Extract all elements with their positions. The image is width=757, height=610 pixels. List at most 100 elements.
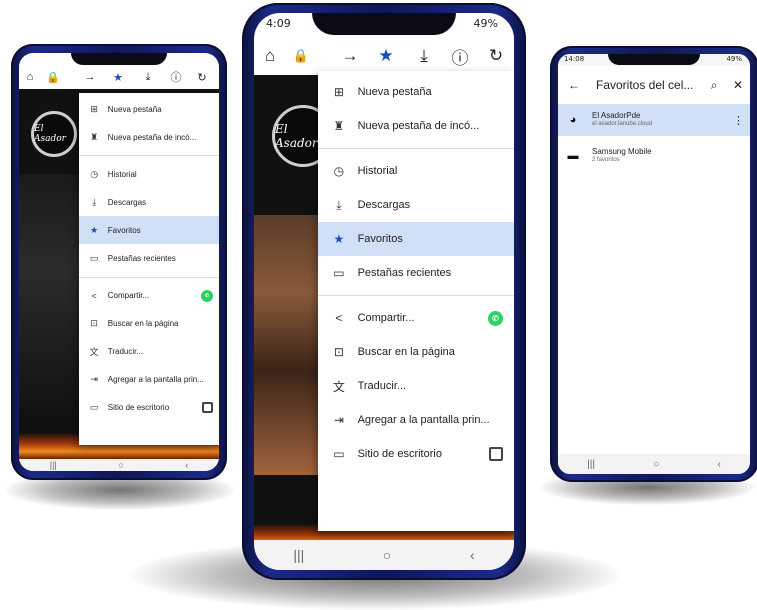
center-browser-toolbar: ⌂ 🔒 → ★ ⤓ ⓘ ↻ xyxy=(254,39,514,73)
left-nav-bar: ||| ○ ‹ xyxy=(19,459,219,471)
menu-item-label: Buscar en la página xyxy=(357,346,455,359)
menu-item-label: Compartir... xyxy=(357,312,415,325)
menu-separator xyxy=(79,276,219,278)
site-favicon-icon: ◕ xyxy=(569,114,577,126)
menu-item-label: Nueva pestaña de incó... xyxy=(107,132,197,142)
menu-item-label: Historial xyxy=(357,165,398,178)
back-icon[interactable]: ‹ xyxy=(185,460,188,470)
back-arrow-icon[interactable]: ← xyxy=(564,78,584,92)
menu-item-label: Nueva pestaña xyxy=(107,104,162,114)
desktop-site-checkbox[interactable] xyxy=(489,447,503,462)
home-icon[interactable]: ⌂ xyxy=(23,71,37,83)
right-phone: 14:08 49% ← Favoritos del cel... ⌕ ✕ ◕ El… xyxy=(550,46,757,482)
right-phone-screen: 14:08 49% ← Favoritos del cel... ⌕ ✕ ◕ El… xyxy=(558,54,750,474)
recents-icon[interactable]: ||| xyxy=(587,459,595,470)
download-page-icon[interactable]: ⤓ xyxy=(139,71,157,84)
download-page-icon[interactable]: ⤓ xyxy=(412,46,436,66)
status-time: 14:08 xyxy=(564,55,585,63)
center-phone-screen: 4:09 49% ⌂ 🔒 → ★ ⤓ ⓘ ↻ El Asador ⊞ Nueva … xyxy=(254,13,514,570)
menu-item-recent-tabs[interactable]: ▭ Pestañas recientes xyxy=(318,256,514,290)
center-nav-bar: ||| ○ ‹ xyxy=(254,540,514,570)
desktop-icon: ▭ xyxy=(333,447,345,462)
menu-item-label: Sitio de escritorio xyxy=(357,448,442,461)
menu-item-translate[interactable]: 文 Traducir... xyxy=(79,338,219,366)
whatsapp-icon[interactable]: ✆ xyxy=(201,289,213,302)
back-icon[interactable]: ‹ xyxy=(470,547,475,563)
menu-item-star[interactable]: ★ Favoritos xyxy=(318,222,514,257)
menu-item-translate[interactable]: 文 Traducir... xyxy=(318,369,514,403)
forward-icon[interactable]: → xyxy=(81,71,99,83)
menu-item-desktop[interactable]: ▭ Sitio de escritorio xyxy=(318,437,514,471)
desktop-site-checkbox[interactable] xyxy=(202,402,213,414)
center-phone: 4:09 49% ⌂ 🔒 → ★ ⤓ ⓘ ↻ El Asador ⊞ Nueva … xyxy=(242,3,526,580)
menu-item-label: Favoritos xyxy=(357,233,403,246)
search-icon[interactable]: ⌕ xyxy=(706,78,722,93)
reload-icon[interactable]: ↻ xyxy=(484,46,508,66)
add-home-icon: ⇥ xyxy=(90,374,98,385)
left-browser-toolbar: ⌂ 🔒 → ★ ⤓ ⓘ ↻ xyxy=(19,65,219,89)
menu-item-find[interactable]: ⊡ Buscar en la página xyxy=(79,310,219,338)
lock-icon[interactable]: 🔒 xyxy=(290,48,312,64)
left-notch xyxy=(71,53,167,65)
menu-item-add-home[interactable]: ⇥ Agregar a la pantalla prin... xyxy=(79,366,219,394)
home-icon[interactable]: ⌂ xyxy=(260,46,280,66)
reload-icon[interactable]: ↻ xyxy=(193,71,211,84)
incognito-icon: ♜ xyxy=(90,131,99,142)
home-nav-icon[interactable]: ○ xyxy=(118,460,123,470)
share-icon: < xyxy=(335,311,343,326)
lock-icon[interactable]: 🔒 xyxy=(45,71,61,84)
recents-icon[interactable]: ||| xyxy=(50,460,57,470)
add-home-icon: ⇥ xyxy=(333,413,344,428)
home-nav-icon[interactable]: ○ xyxy=(383,547,391,563)
download-icon: ⤓ xyxy=(336,197,342,212)
translate-icon: 文 xyxy=(89,347,99,358)
info-icon[interactable]: ⓘ xyxy=(167,69,185,85)
back-icon[interactable]: ‹ xyxy=(718,459,721,470)
menu-item-incognito[interactable]: ♜ Nueva pestaña de incó... xyxy=(79,123,219,151)
history-icon: ◷ xyxy=(90,168,99,179)
more-options-icon[interactable]: ⋮ xyxy=(733,114,744,127)
recents-icon[interactable]: ||| xyxy=(293,547,304,563)
info-icon[interactable]: ⓘ xyxy=(448,44,472,69)
status-battery: 49% xyxy=(473,17,498,30)
recent-tabs-icon: ▭ xyxy=(89,252,99,263)
bookmark-star-icon[interactable]: ★ xyxy=(374,46,398,66)
forward-icon[interactable]: → xyxy=(338,46,362,66)
menu-item-label: Traducir... xyxy=(107,347,144,357)
translate-icon: 文 xyxy=(332,379,345,394)
menu-item-new-tab[interactable]: ⊞ Nueva pestaña xyxy=(79,95,219,123)
star-icon: ★ xyxy=(333,232,345,247)
menu-item-share[interactable]: < Compartir... ✆ xyxy=(79,282,219,310)
close-icon[interactable]: ✕ xyxy=(730,78,746,92)
recent-tabs-icon: ▭ xyxy=(333,266,345,281)
center-notch xyxy=(312,13,456,35)
bookmark-list: ◕ El AsadorPde el asador.lanube.cloud ⋮ ▬ Sam… xyxy=(558,104,750,176)
menu-item-history[interactable]: ◷ Historial xyxy=(79,160,219,188)
menu-item-add-home[interactable]: ⇥ Agregar a la pantalla prin... xyxy=(318,403,514,437)
menu-item-recent-tabs[interactable]: ▭ Pestañas recientes xyxy=(79,244,219,272)
incognito-icon: ♜ xyxy=(333,119,345,133)
menu-item-find[interactable]: ⊡ Buscar en la página xyxy=(318,335,514,369)
menu-item-label: Pestañas recientes xyxy=(107,253,176,263)
menu-item-new-tab[interactable]: ⊞ Nueva pestaña xyxy=(318,75,514,109)
menu-item-download[interactable]: ⤓ Descargas xyxy=(79,188,219,216)
bookmarks-title: Favoritos del cel... xyxy=(596,78,694,92)
left-overflow-menu: ⊞ Nueva pestaña ♜ Nueva pestaña de incó... ◷… xyxy=(79,93,219,445)
history-icon: ◷ xyxy=(333,164,345,179)
menu-item-desktop[interactable]: ▭ Sitio de escritorio xyxy=(79,394,219,422)
bookmark-row[interactable]: ▬ Samsung Mobile 2 favoritos xyxy=(558,140,750,172)
menu-item-star[interactable]: ★ Favoritos xyxy=(79,216,219,245)
bookmark-title: El AsadorPde xyxy=(592,111,641,121)
menu-item-download[interactable]: ⤓ Descargas xyxy=(318,188,514,222)
bookmark-star-icon[interactable]: ★ xyxy=(109,71,127,84)
menu-item-share[interactable]: < Compartir... ✆ xyxy=(318,301,514,335)
whatsapp-icon[interactable]: ✆ xyxy=(488,310,503,326)
bookmark-row[interactable]: ◕ El AsadorPde el asador.lanube.cloud ⋮ xyxy=(558,104,750,136)
menu-item-history[interactable]: ◷ Historial xyxy=(318,154,514,188)
status-battery: 49% xyxy=(726,55,742,63)
star-icon: ★ xyxy=(90,224,99,235)
home-nav-icon[interactable]: ○ xyxy=(653,459,659,470)
left-phone: ⌂ 🔒 → ★ ⤓ ⓘ ↻ El Asador ⊞ Nueva pestaña ♜ N… xyxy=(11,44,227,480)
menu-item-label: Nueva pestaña xyxy=(357,86,432,98)
menu-item-incognito[interactable]: ♜ Nueva pestaña de incó... xyxy=(318,109,514,143)
